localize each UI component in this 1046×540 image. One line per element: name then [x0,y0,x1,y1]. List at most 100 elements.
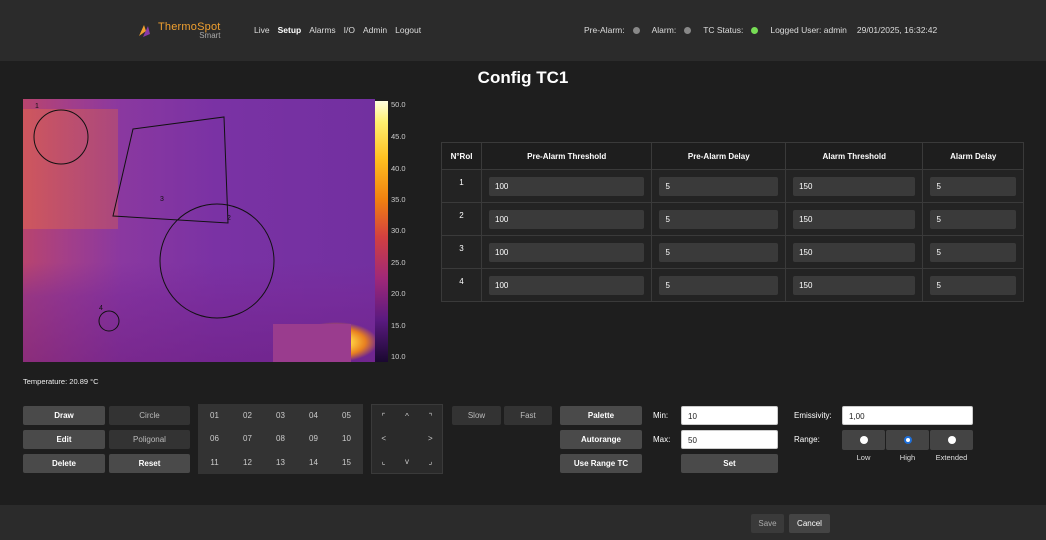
colorbar-tick: 50.0 [391,100,406,109]
roi-number: 3 [441,235,482,269]
tc-status-indicator [751,26,759,34]
roi-3-polygon[interactable] [112,116,229,224]
pre-alarm-delay-input[interactable]: 5 [659,275,779,295]
logo-mark-icon [136,22,154,40]
alarm-indicator [684,26,692,34]
roi-2-circle[interactable] [159,203,275,319]
move-down-left-icon[interactable]: ⌞ [372,450,395,473]
move-up-right-icon[interactable]: ⌝ [419,405,442,428]
roi-1-circle[interactable] [33,109,89,165]
page-title: Config TC1 [477,68,569,87]
roi-select-15[interactable]: 15 [330,451,363,474]
move-left-icon[interactable]: < [372,428,395,451]
alarm-delay-input[interactable]: 5 [930,176,1016,196]
autorange-button[interactable]: Autorange [560,430,642,449]
pre-alarm-threshold-input[interactable]: 100 [489,242,645,262]
colorbar-tick: 10.0 [391,352,406,361]
roi-select-05[interactable]: 05 [330,404,363,427]
palette-button[interactable]: Palette [560,406,642,425]
cancel-button[interactable]: Cancel [789,514,830,533]
move-up-left-icon[interactable]: ⌜ [372,405,395,428]
alarm-threshold-input[interactable]: 150 [793,176,916,196]
roi-select-07[interactable]: 07 [231,427,264,450]
roi-select-02[interactable]: 02 [231,404,264,427]
roi-table: N°RoI Pre-Alarm Threshold Pre-Alarm Dela… [441,142,1024,302]
alarm-delay-input[interactable]: 5 [930,209,1016,229]
range-option-low[interactable] [842,430,885,450]
slow-button[interactable]: Slow [452,406,501,425]
roi-number-grid: 01 02 03 04 05 06 07 08 09 10 11 12 13 1… [198,404,363,474]
max-input[interactable]: 50 [681,430,778,449]
alarm-label: Alarm: [651,25,677,35]
pre-alarm-delay-input[interactable]: 5 [659,242,779,262]
range-label: Range: [794,435,820,444]
col-header-pre-alarm-threshold: Pre-Alarm Threshold [480,142,653,170]
roi-select-09[interactable]: 09 [297,427,330,450]
move-right-icon[interactable]: > [419,428,442,451]
alarm-threshold-input[interactable]: 150 [793,275,916,295]
range-option-high[interactable] [886,430,929,450]
roi-select-11[interactable]: 11 [198,451,231,474]
reset-button[interactable]: Reset [109,454,190,473]
roi-1-label: 1 [35,103,39,110]
datetime: 29/01/2025, 16:32:42 [856,25,938,35]
use-range-tc-button[interactable]: Use Range TC [560,454,642,473]
roi-select-03[interactable]: 03 [264,404,297,427]
roi-select-08[interactable]: 08 [264,427,297,450]
col-header-alarm-delay: Alarm Delay [922,142,1024,170]
pre-alarm-threshold-input[interactable]: 100 [489,209,645,229]
nav-setup[interactable]: Setup [278,25,302,35]
pre-alarm-threshold-input[interactable]: 100 [489,275,645,295]
pre-alarm-threshold-input[interactable]: 100 [489,176,645,196]
emissivity-input[interactable]: 1,00 [842,406,973,425]
footer-bar [0,505,1046,540]
set-button[interactable]: Set [681,454,778,473]
roi-select-14[interactable]: 14 [297,451,330,474]
range-option-extended[interactable] [930,430,973,450]
alarm-threshold-input[interactable]: 150 [793,242,916,262]
roi-select-13[interactable]: 13 [264,451,297,474]
roi-select-01[interactable]: 01 [198,404,231,427]
edit-button[interactable]: Edit [23,430,105,449]
pre-alarm-delay-input[interactable]: 5 [659,209,779,229]
save-button[interactable]: Save [751,514,784,533]
table-row: 3 100 5 150 5 [441,235,1024,269]
col-header-roi: N°RoI [441,142,482,170]
poligonal-button[interactable]: Poligonal [109,430,190,449]
radio-low[interactable] [859,436,868,444]
min-input[interactable]: 10 [681,406,778,425]
radio-extended[interactable] [947,436,956,444]
draw-button[interactable]: Draw [23,406,105,425]
range-high-label: High [899,453,916,462]
nav-admin[interactable]: Admin [363,25,387,35]
nav-live[interactable]: Live [254,25,270,35]
nav-alarms[interactable]: Alarms [309,25,335,35]
pre-alarm-indicator [632,26,640,34]
move-down-right-icon[interactable]: ⌟ [419,450,442,473]
roi-select-12[interactable]: 12 [231,451,264,474]
roi-select-04[interactable]: 04 [297,404,330,427]
move-up-icon[interactable]: ^ [395,405,418,428]
circle-button[interactable]: Circle [109,406,190,425]
colorbar-tick: 25.0 [391,258,406,267]
move-down-icon[interactable]: v [395,450,418,473]
thermal-image[interactable]: 1 2 3 4 [23,99,375,362]
nav-io[interactable]: I/O [344,25,355,35]
alarm-delay-input[interactable]: 5 [930,242,1016,262]
pre-alarm-delay-input[interactable]: 5 [659,176,779,196]
radio-high[interactable] [903,436,912,444]
roi-select-10[interactable]: 10 [330,427,363,450]
alarm-delay-input[interactable]: 5 [930,275,1016,295]
roi-select-06[interactable]: 06 [198,427,231,450]
top-bar: ThermoSpot Smart Live Setup Alarms I/O A… [0,0,1046,61]
colorbar-tick: 30.0 [391,226,406,235]
nav-logout[interactable]: Logout [395,25,421,35]
fast-button[interactable]: Fast [504,406,552,425]
main-nav: Live Setup Alarms I/O Admin Logout [254,25,421,35]
colorbar-tick: 40.0 [391,164,406,173]
roi-number: 2 [441,202,482,236]
roi-4-circle[interactable] [98,310,120,332]
delete-button[interactable]: Delete [23,454,105,473]
alarm-threshold-input[interactable]: 150 [793,209,916,229]
max-label: Max: [653,435,671,444]
